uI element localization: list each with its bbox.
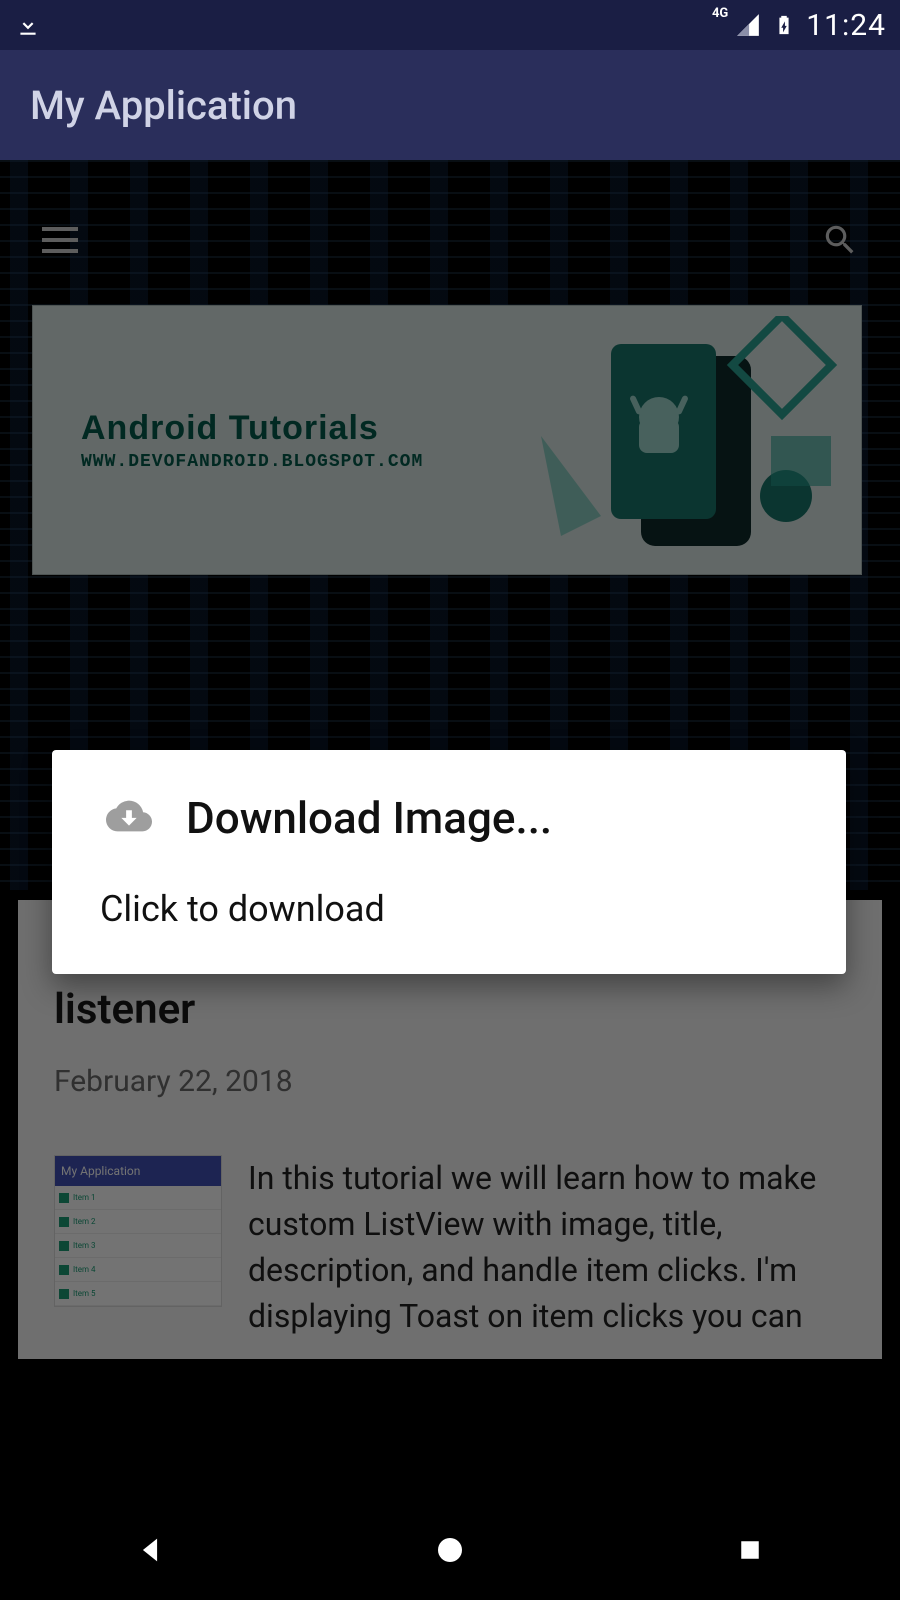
dialog-subtitle[interactable]: Click to download — [100, 888, 798, 930]
home-button[interactable] — [428, 1528, 472, 1572]
banner-subtitle: WWW.DEVOFANDROID.BLOGSPOT.COM — [81, 452, 423, 472]
back-button[interactable] — [128, 1528, 172, 1572]
banner-illustration — [521, 316, 841, 564]
web-content: Android Tutorials WWW.DEVOFANDROID.BLOGS… — [0, 160, 900, 1500]
post-date: February 22, 2018 — [54, 1064, 846, 1099]
recents-button[interactable] — [728, 1528, 772, 1572]
banner-title: Android Tutorials — [81, 409, 423, 448]
download-indicator-icon — [14, 11, 42, 39]
post-excerpt: In this tutorial we will learn how to ma… — [248, 1155, 846, 1339]
navigation-bar — [0, 1500, 900, 1600]
app-title: My Application — [30, 82, 297, 129]
thumbnail-list-item: Item 1 — [55, 1186, 221, 1210]
search-icon[interactable] — [820, 220, 860, 260]
clock: 11:24 — [806, 8, 886, 43]
cellular-signal-icon — [734, 11, 762, 39]
thumbnail-list-item: Item 2 — [55, 1210, 221, 1234]
download-dialog[interactable]: Download Image... Click to download — [52, 750, 846, 974]
status-bar: 4G 11:24 — [0, 0, 900, 50]
battery-charging-icon — [770, 11, 798, 39]
thumbnail-header: My Application — [55, 1156, 221, 1186]
cloud-download-icon — [100, 793, 158, 843]
thumbnail-list-item: Item 4 — [55, 1258, 221, 1282]
dialog-title: Download Image... — [186, 792, 552, 844]
app-bar: My Application — [0, 50, 900, 160]
post-thumbnail: My Application Item 1Item 2Item 3Item 4I… — [54, 1155, 222, 1307]
blog-banner[interactable]: Android Tutorials WWW.DEVOFANDROID.BLOGS… — [32, 305, 862, 575]
menu-icon[interactable] — [40, 220, 80, 260]
network-type-badge: 4G — [712, 6, 728, 21]
thumbnail-list-item: Item 5 — [55, 1282, 221, 1306]
blog-toolbar — [0, 190, 900, 290]
thumbnail-list-item: Item 3 — [55, 1234, 221, 1258]
